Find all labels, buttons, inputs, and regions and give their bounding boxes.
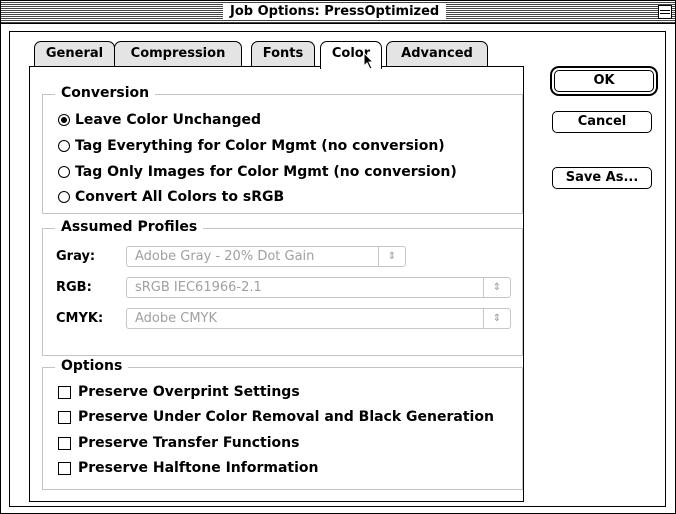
tab-compression[interactable]: Compression (114, 41, 242, 67)
title-bar[interactable]: Job Options: PressOptimized (1, 1, 675, 24)
checkbox-preserve-transfer[interactable] (58, 437, 71, 450)
radio-convert-srgb[interactable] (58, 191, 70, 203)
conversion-group-title: Conversion (55, 84, 156, 102)
chevron-updown-icon: ⇕ (483, 309, 510, 328)
checkbox-preserve-ucr-bg[interactable] (58, 411, 71, 424)
options-group-title: Options (55, 357, 129, 375)
save-as-button[interactable]: Save As... (552, 167, 652, 189)
gray-profile-value: Adobe Gray - 20% Dot Gain (135, 249, 315, 264)
radio-label-tag-everything[interactable]: Tag Everything for Color Mgmt (no conver… (75, 137, 445, 155)
rgb-profile-select[interactable]: sRGB IEC61966-2.1 ⇕ (126, 277, 511, 298)
radio-tag-everything[interactable] (58, 140, 70, 152)
cmyk-label: CMYK: (56, 311, 104, 326)
window-title: Job Options: PressOptimized (223, 4, 447, 20)
window-zoom-icon[interactable] (658, 5, 672, 19)
cmyk-profile-select[interactable]: Adobe CMYK ⇕ (126, 308, 511, 329)
radio-label-convert-srgb[interactable]: Convert All Colors to sRGB (75, 188, 284, 206)
rgb-profile-value: sRGB IEC61966-2.1 (135, 280, 262, 295)
assumed-profiles-title: Assumed Profiles (55, 218, 204, 236)
checkbox-preserve-halftone[interactable] (58, 462, 71, 475)
gray-profile-select[interactable]: Adobe Gray - 20% Dot Gain ⇕ (126, 246, 406, 267)
rgb-label: RGB: (56, 280, 92, 295)
tab-fonts[interactable]: Fonts (251, 41, 315, 67)
radio-label-leave-unchanged[interactable]: Leave Color Unchanged (75, 111, 261, 129)
cmyk-profile-value: Adobe CMYK (135, 311, 218, 326)
ok-button[interactable]: OK (554, 70, 654, 92)
radio-tag-images[interactable] (58, 166, 70, 178)
chevron-updown-icon: ⇕ (483, 278, 510, 297)
checkbox-label-preserve-overprint[interactable]: Preserve Overprint Settings (78, 383, 300, 401)
checkbox-label-preserve-ucr-bg[interactable]: Preserve Under Color Removal and Black G… (78, 408, 494, 426)
checkbox-label-preserve-halftone[interactable]: Preserve Halftone Information (78, 459, 319, 477)
checkbox-label-preserve-transfer[interactable]: Preserve Transfer Functions (78, 434, 299, 452)
cancel-button[interactable]: Cancel (552, 111, 652, 133)
radio-label-tag-images[interactable]: Tag Only Images for Color Mgmt (no conve… (75, 163, 457, 181)
gray-label: Gray: (56, 249, 96, 264)
checkbox-preserve-overprint[interactable] (58, 386, 71, 399)
radio-leave-unchanged[interactable] (58, 114, 70, 126)
tab-advanced[interactable]: Advanced (386, 41, 488, 67)
chevron-updown-icon: ⇕ (378, 247, 405, 266)
tab-panel-color: Conversion Leave Color Unchanged Tag Eve… (29, 66, 524, 502)
arrow-cursor-icon (363, 52, 375, 70)
tab-general[interactable]: General (34, 41, 115, 67)
